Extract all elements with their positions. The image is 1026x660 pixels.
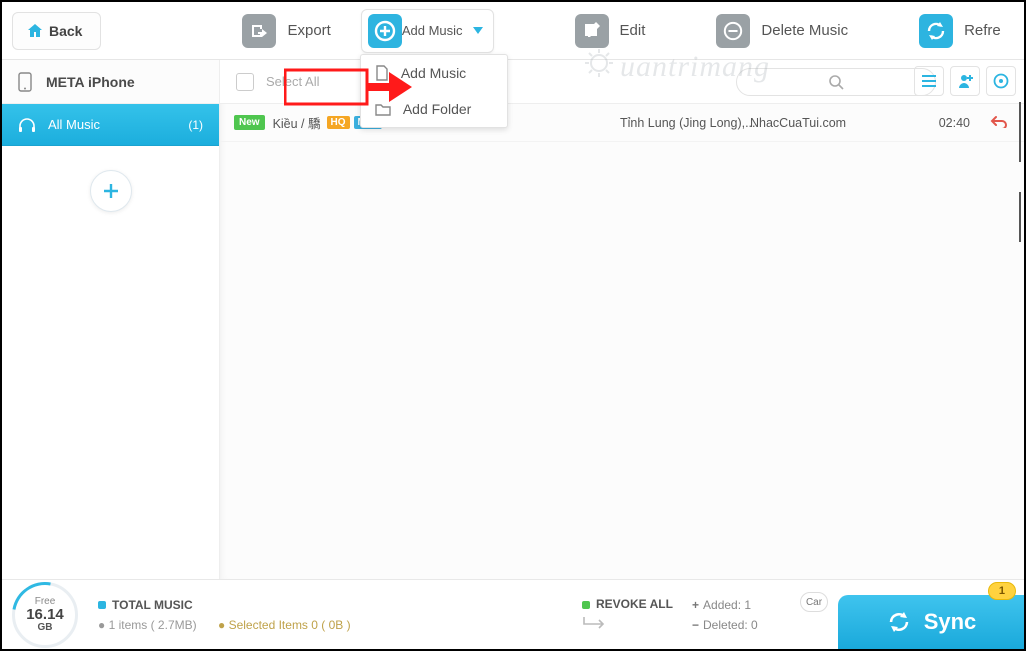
dropdown-add-folder[interactable]: Add Folder [361,91,507,127]
edit-button[interactable]: Edit [564,7,656,55]
plus-icon [101,181,121,201]
dropdown-add-music-label: Add Music [401,65,466,81]
back-label: Back [49,23,82,39]
sync-label: Sync [924,609,977,635]
add-music-icon [368,14,402,48]
delete-music-button[interactable]: Delete Music [705,7,858,55]
add-music-dropdown: Add Music Add Folder [360,54,508,128]
add-music-button[interactable]: Add Music Add Music Add Folder [361,9,494,53]
new-badge: New [234,115,265,130]
status-bar: Free 16.14 GB TOTAL MUSIC ● 1 items ( 2.… [2,579,1024,649]
undo-icon[interactable] [990,114,1008,131]
main-panel: Select All New Kiều / 驕 HQ MP3 Tỉnh Lung… [220,60,1024,579]
select-all-checkbox[interactable] [236,73,254,91]
sidebar-item-label: All Music [48,117,100,132]
headphones-icon [18,117,36,133]
left-sidebar: META iPhone All Music (1) [2,60,220,579]
sidebar-item-count: (1) [188,118,203,132]
edit-label: Edit [620,22,646,39]
track-row[interactable]: New Kiều / 驕 HQ MP3 Tỉnh Lung (Jing Long… [220,104,1024,142]
device-row[interactable]: META iPhone [2,60,219,104]
device-icon [18,72,32,92]
search-input[interactable] [736,68,936,96]
storage-free-label: Free [35,596,56,607]
sync-button[interactable]: Sync 1 [838,595,1024,649]
refresh-label: Refre [964,22,1001,39]
revoke-arrow-icon [582,617,673,632]
list-view-icon[interactable] [914,66,944,96]
top-toolbar: Back Export Add Music Add Music Add Fold… [2,2,1024,60]
track-artist: Tỉnh Lung (Jing Long),... [620,116,756,130]
delete-icon [716,14,750,48]
refresh-icon [919,14,953,48]
track-duration: 02:40 [939,116,970,130]
scrollbar-segment[interactable] [1019,192,1021,242]
total-music-label: TOTAL MUSIC [112,598,193,612]
add-category-button[interactable] [90,170,132,212]
storage-gauge: Free 16.14 GB [12,582,78,648]
export-label: Export [287,22,330,39]
file-icon [375,65,389,81]
dropdown-add-folder-label: Add Folder [403,101,471,117]
revoke-block: REVOKE ALL [582,597,673,632]
export-icon [242,14,276,48]
hq-badge: HQ [327,116,350,129]
sidebar-item-all-music[interactable]: All Music (1) [2,104,219,146]
storage-free-unit: GB [38,622,53,633]
folder-icon [375,102,391,116]
back-button[interactable]: Back [12,12,101,50]
edit-icon [575,14,609,48]
delete-music-label: Delete Music [761,22,848,39]
items-line: ● 1 items ( 2.7MB) [98,618,197,632]
search-icon [828,74,844,90]
sync-badge: 1 [988,582,1016,600]
total-music-block: TOTAL MUSIC ● 1 items ( 2.7MB) ● Selecte… [98,598,351,632]
track-title: Kiều / 驕 [273,113,321,132]
select-all-label: Select All [266,74,319,89]
deleted-line: −Deleted: 0 [692,618,758,632]
select-bar: Select All [220,60,1024,104]
added-line: +Added: 1 [692,598,758,612]
track-source: NhacCuaTui.com [750,116,846,130]
selected-line: ● Selected Items 0 ( 0B ) [218,618,351,632]
home-icon [27,23,43,39]
chevron-down-icon [473,23,483,38]
contact-icon[interactable] [950,66,980,96]
revoke-all-label[interactable]: REVOKE ALL [596,597,673,611]
storage-free-value: 16.14 [26,607,64,622]
sync-icon [886,609,912,635]
dropdown-add-music[interactable]: Add Music [361,55,507,91]
cancel-pill[interactable]: Car [800,592,828,612]
add-music-label: Add Music [402,23,463,38]
device-name: META iPhone [46,74,135,90]
scrollbar-segment[interactable] [1019,102,1021,162]
export-button[interactable]: Export [231,7,340,55]
disc-icon[interactable] [986,66,1016,96]
refresh-button[interactable]: Refre [908,7,1011,55]
added-deleted-block: +Added: 1 −Deleted: 0 [692,598,758,632]
